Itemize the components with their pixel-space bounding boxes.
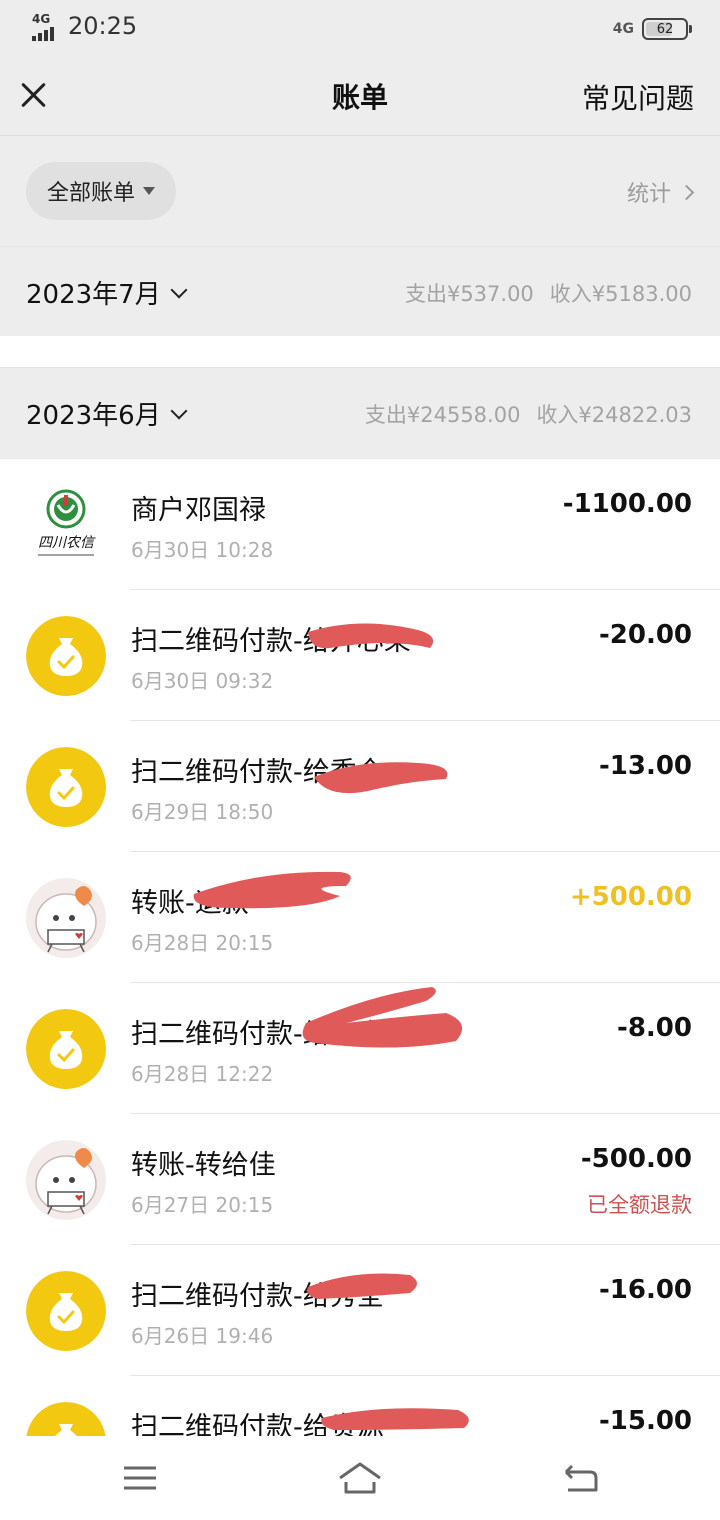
money-bag-icon — [26, 1402, 106, 1436]
refund-status: 已全额退款 — [587, 1193, 692, 1217]
chevron-down-icon — [170, 281, 188, 298]
status-time: 20:25 — [68, 12, 138, 40]
filter-label: 全部账单 — [46, 181, 135, 206]
caret-down-icon — [143, 187, 155, 195]
money-bag-icon — [26, 747, 106, 827]
cartoon-avatar — [26, 1140, 106, 1220]
transaction-amount: -20.00 — [598, 620, 692, 650]
money-bag-icon — [26, 1271, 106, 1351]
transaction-list: 四川农信 商户邓国禄 6月30日 10:28 -1100.00 扫二维码付款-给… — [0, 459, 720, 1436]
transaction-date: 6月26日 19:46 — [131, 1324, 274, 1348]
month-label: 2023年6月 — [26, 401, 161, 431]
month-summary: 支出¥537.00 收入¥5183.00 — [405, 278, 692, 308]
month-expense: 支出¥24558.00 — [364, 403, 521, 427]
money-bag-icon — [26, 616, 106, 696]
filter-bar: 全部账单 统计 — [0, 136, 720, 246]
transaction-title: 扫二维码付款-给秀全 — [131, 1281, 384, 1312]
all-bills-filter-button[interactable]: 全部账单 — [26, 162, 176, 220]
network-4g-icon: 4G — [612, 21, 634, 37]
sichuan-rural-credit-logo: 四川农信 — [26, 485, 106, 565]
month-label: 2023年7月 — [26, 280, 161, 310]
transaction-row[interactable]: 四川农信 商户邓国禄 6月30日 10:28 -1100.00 — [0, 459, 720, 590]
system-nav-bar — [0, 1436, 720, 1520]
chevron-right-icon — [678, 184, 695, 200]
svg-text:四川农信: 四川农信 — [38, 535, 96, 551]
stats-label: 统计 — [626, 182, 671, 207]
month-header-june: 2023年6月 支出¥24558.00 收入¥24822.03 — [0, 367, 720, 459]
month-header-july: 2023年7月 支出¥537.00 收入¥5183.00 — [0, 246, 720, 336]
status-right: 4G 62 — [612, 14, 692, 44]
battery-icon: 62 — [642, 18, 692, 40]
month-expense: 支出¥537.00 — [404, 282, 534, 306]
transaction-title: 商户邓国禄 — [131, 495, 266, 526]
transaction-title: 扫二维码付款-给秀全 — [131, 757, 384, 788]
home-icon[interactable] — [336, 1458, 384, 1498]
cartoon-avatar — [26, 878, 106, 958]
transaction-amount: -13.00 — [598, 751, 692, 781]
transaction-date: 6月27日 20:15 — [131, 1193, 274, 1217]
month-income: 收入¥5183.00 — [549, 282, 692, 306]
transaction-date: 6月30日 10:28 — [131, 538, 274, 562]
transaction-row[interactable]: 扫二维码付款-给秀全 6月29日 18:50 -13.00 — [0, 721, 720, 852]
transaction-amount: -15.00 — [598, 1406, 692, 1436]
signal-icon: 4G — [30, 12, 62, 42]
menu-icon[interactable] — [120, 1458, 160, 1498]
stats-button[interactable]: 统计 — [626, 176, 695, 208]
transaction-row[interactable]: 扫二维码付款-给秀全 6月26日 19:46 -16.00 — [0, 1245, 720, 1376]
section-spacer — [0, 336, 720, 367]
faq-button[interactable]: 常见问题 — [582, 77, 694, 117]
battery-level: 62 — [656, 21, 674, 37]
month-selector[interactable]: 2023年7月 — [26, 274, 188, 311]
transaction-row[interactable]: 扫二维码付款-给秀全 6月28日 12:22 -8.00 — [0, 983, 720, 1114]
transaction-row[interactable]: 转账-退款 6月28日 20:15 +500.00 — [0, 852, 720, 983]
money-bag-icon — [26, 1009, 106, 1089]
month-selector[interactable]: 2023年6月 — [26, 395, 188, 432]
transaction-date: 6月28日 20:15 — [131, 931, 274, 955]
chevron-down-icon — [170, 402, 188, 419]
transaction-amount: +500.00 — [569, 882, 692, 912]
month-summary: 支出¥24558.00 收入¥24822.03 — [365, 399, 692, 429]
transaction-row[interactable]: 扫二维码付款-给贵源 -15.00 — [0, 1376, 720, 1436]
transaction-date: 6月30日 09:32 — [131, 669, 274, 693]
transaction-amount: -500.00 — [580, 1144, 692, 1174]
transaction-date: 6月28日 12:22 — [131, 1062, 274, 1086]
transaction-row[interactable]: 扫二维码付款-给开心果 6月30日 09:32 -20.00 — [0, 590, 720, 721]
transaction-title: 转账-转给佳 — [131, 1150, 276, 1181]
nav-bar: 账单 常见问题 — [0, 56, 720, 136]
month-income: 收入¥24822.03 — [536, 403, 692, 427]
network-type: 4G — [32, 12, 51, 26]
transaction-title: 转账-退款 — [131, 888, 249, 919]
status-bar: 4G 20:25 4G 62 — [0, 0, 720, 56]
back-icon[interactable] — [560, 1458, 600, 1498]
transaction-amount: -16.00 — [598, 1275, 692, 1305]
transaction-title: 扫二维码付款-给贵源 — [131, 1412, 384, 1436]
transaction-date: 6月29日 18:50 — [131, 800, 274, 824]
transaction-title: 扫二维码付款-给开心果 — [131, 626, 411, 657]
transaction-amount: -8.00 — [617, 1013, 692, 1043]
transaction-title: 扫二维码付款-给秀全 — [131, 1019, 384, 1050]
transaction-row[interactable]: 转账-转给佳 6月27日 20:15 -500.00 已全额退款 — [0, 1114, 720, 1245]
transaction-amount: -1100.00 — [562, 489, 692, 519]
